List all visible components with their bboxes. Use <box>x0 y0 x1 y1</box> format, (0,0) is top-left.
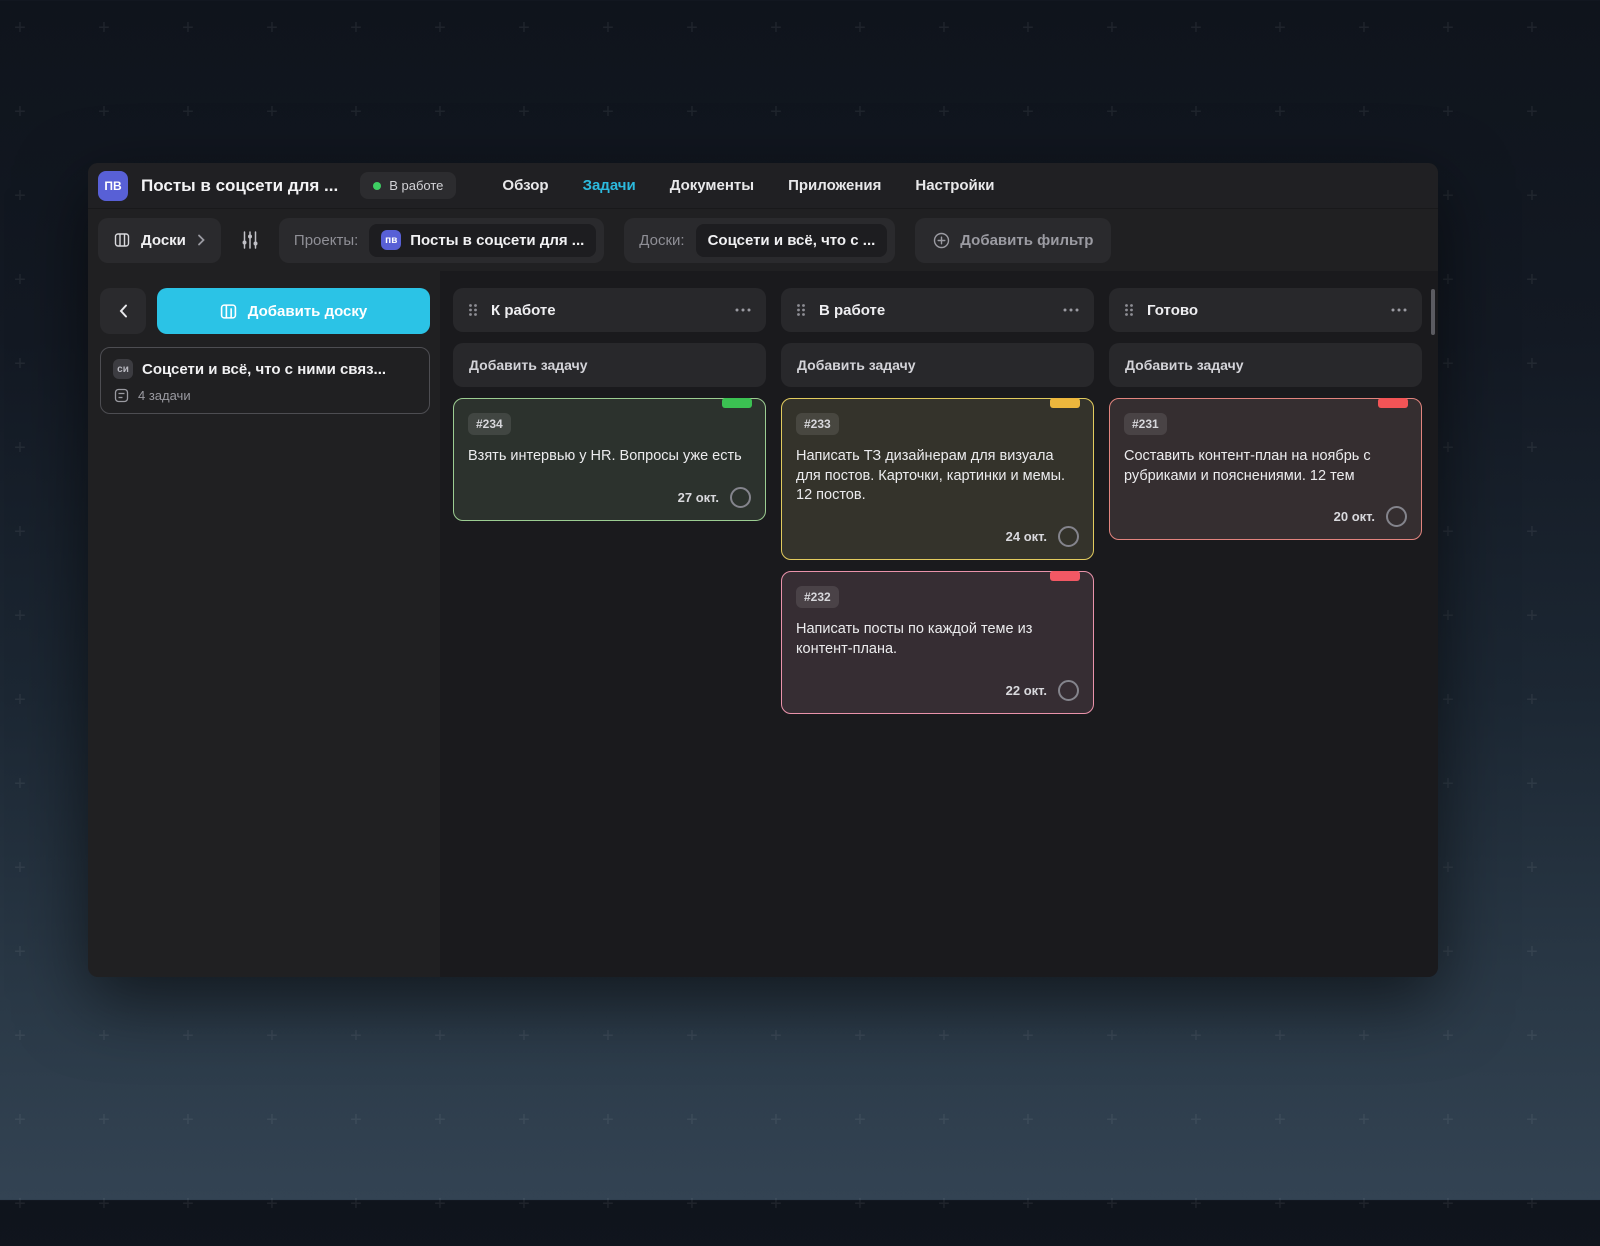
column-header[interactable]: Готово <box>1109 288 1422 332</box>
task-complete-checkbox[interactable] <box>730 487 751 508</box>
task-card-234[interactable]: #234 Взять интервью у HR. Вопросы уже ес… <box>453 398 766 521</box>
column-in-progress: В работе Добавить задачу #233 Написать Т… <box>781 288 1094 977</box>
add-filter-label: Добавить фильтр <box>960 232 1093 249</box>
add-board-label: Добавить доску <box>248 303 368 320</box>
kanban-board-icon <box>220 303 237 320</box>
column-menu-button[interactable] <box>1063 308 1079 312</box>
column-header[interactable]: В работе <box>781 288 1094 332</box>
task-complete-checkbox[interactable] <box>1058 526 1079 547</box>
project-status-badge[interactable]: В работе <box>360 172 456 199</box>
task-id-badge: #231 <box>1124 413 1167 435</box>
ellipsis-icon <box>1391 308 1407 312</box>
tab-documents[interactable]: Документы <box>670 177 754 194</box>
chevron-left-icon <box>119 304 128 318</box>
ellipsis-icon <box>735 308 751 312</box>
add-board-button[interactable]: Добавить доску <box>157 288 430 334</box>
task-due-date: 20 окт. <box>1334 509 1375 524</box>
task-id-badge: #233 <box>796 413 839 435</box>
card-color-tag <box>722 398 752 408</box>
add-filter-button[interactable]: Добавить фильтр <box>915 218 1111 263</box>
content-area: Добавить доску си Соцсети и всё, что с н… <box>88 271 1438 977</box>
column-done: Готово Добавить задачу #231 Составить ко… <box>1109 288 1422 977</box>
task-id-badge: #232 <box>796 586 839 608</box>
kanban-board-icon <box>114 232 130 248</box>
board-item-badge: си <box>113 359 133 379</box>
task-complete-checkbox[interactable] <box>1058 680 1079 701</box>
status-label: В работе <box>389 178 443 193</box>
add-task-button[interactable]: Добавить задачу <box>453 343 766 387</box>
drag-handle-icon[interactable] <box>1124 303 1134 317</box>
main-tabs: Обзор Задачи Документы Приложения Настро… <box>502 177 994 194</box>
tasks-count-icon <box>114 388 129 403</box>
boards-view-label: Доски <box>141 232 186 249</box>
task-id-badge: #234 <box>468 413 511 435</box>
boards-filter-label: Доски: <box>639 232 684 249</box>
add-task-button[interactable]: Добавить задачу <box>781 343 1094 387</box>
vertical-scrollbar[interactable] <box>1431 289 1435 335</box>
task-text: Написать посты по каждой теме из контент… <box>796 620 1079 659</box>
column-menu-button[interactable] <box>1391 308 1407 312</box>
project-title: Посты в соцсети для ... <box>141 176 338 196</box>
task-text: Взять интервью у HR. Вопросы уже есть <box>468 447 751 467</box>
column-header[interactable]: К работе <box>453 288 766 332</box>
board-list-item[interactable]: си Соцсети и всё, что с ними связ... 4 з… <box>100 347 430 414</box>
boards-filter-chip[interactable]: Соцсети и всё, что с ... <box>696 224 888 257</box>
board-item-task-count: 4 задачи <box>138 388 191 403</box>
task-card-233[interactable]: #233 Написать ТЗ дизайнерам для визуала … <box>781 398 1094 560</box>
column-title: К работе <box>491 302 556 319</box>
projects-filter-label: Проекты: <box>294 232 358 249</box>
drag-handle-icon[interactable] <box>796 303 806 317</box>
filters-sliders-icon[interactable] <box>241 230 259 250</box>
ellipsis-icon <box>1063 308 1079 312</box>
filter-bar: Доски Проекты: пв Посты в соцсети для ..… <box>88 209 1438 271</box>
boards-sidebar: Добавить доску си Соцсети и всё, что с н… <box>88 271 440 977</box>
add-task-button[interactable]: Добавить задачу <box>1109 343 1422 387</box>
task-card-232[interactable]: #232 Написать посты по каждой теме из ко… <box>781 571 1094 713</box>
task-complete-checkbox[interactable] <box>1386 506 1407 527</box>
collapse-sidebar-button[interactable] <box>100 288 146 334</box>
status-dot-icon <box>373 182 381 190</box>
projects-filter: Проекты: пв Посты в соцсети для ... <box>279 218 604 263</box>
kanban-board: К работе Добавить задачу #234 Взять инте… <box>440 271 1438 977</box>
boards-view-button[interactable]: Доски <box>98 218 221 263</box>
drag-handle-icon[interactable] <box>468 303 478 317</box>
board-chip-text: Соцсети и всё, что с ... <box>708 232 876 249</box>
task-card-231[interactable]: #231 Составить контент-план на ноябрь с … <box>1109 398 1422 540</box>
column-menu-button[interactable] <box>735 308 751 312</box>
board-item-title: Соцсети и всё, что с ними связ... <box>142 361 386 378</box>
card-color-tag <box>1050 571 1080 581</box>
tab-tasks[interactable]: Задачи <box>583 177 636 194</box>
task-due-date: 24 окт. <box>1006 529 1047 544</box>
task-text: Написать ТЗ дизайнерам для визуала для п… <box>796 447 1079 506</box>
project-chip-badge: пв <box>381 230 401 250</box>
projects-filter-chip[interactable]: пв Посты в соцсети для ... <box>369 224 596 257</box>
project-chip-text: Посты в соцсети для ... <box>410 232 584 249</box>
card-color-tag <box>1050 398 1080 408</box>
plus-circle-icon <box>933 232 950 249</box>
column-title: Готово <box>1147 302 1198 319</box>
tab-overview[interactable]: Обзор <box>502 177 548 194</box>
boards-filter: Доски: Соцсети и всё, что с ... <box>624 218 895 263</box>
task-text: Составить контент-план на ноябрь с рубри… <box>1124 447 1407 486</box>
chevron-right-icon <box>197 234 205 246</box>
column-title: В работе <box>819 302 885 319</box>
task-due-date: 22 окт. <box>1006 683 1047 698</box>
column-to-work: К работе Добавить задачу #234 Взять инте… <box>453 288 766 977</box>
app-window: ПВ Посты в соцсети для ... В работе Обзо… <box>88 163 1438 977</box>
tab-settings[interactable]: Настройки <box>915 177 994 194</box>
tab-applications[interactable]: Приложения <box>788 177 881 194</box>
top-bar: ПВ Посты в соцсети для ... В работе Обзо… <box>88 163 1438 209</box>
card-color-tag <box>1378 398 1408 408</box>
project-avatar-badge[interactable]: ПВ <box>98 171 128 201</box>
task-due-date: 27 окт. <box>678 490 719 505</box>
